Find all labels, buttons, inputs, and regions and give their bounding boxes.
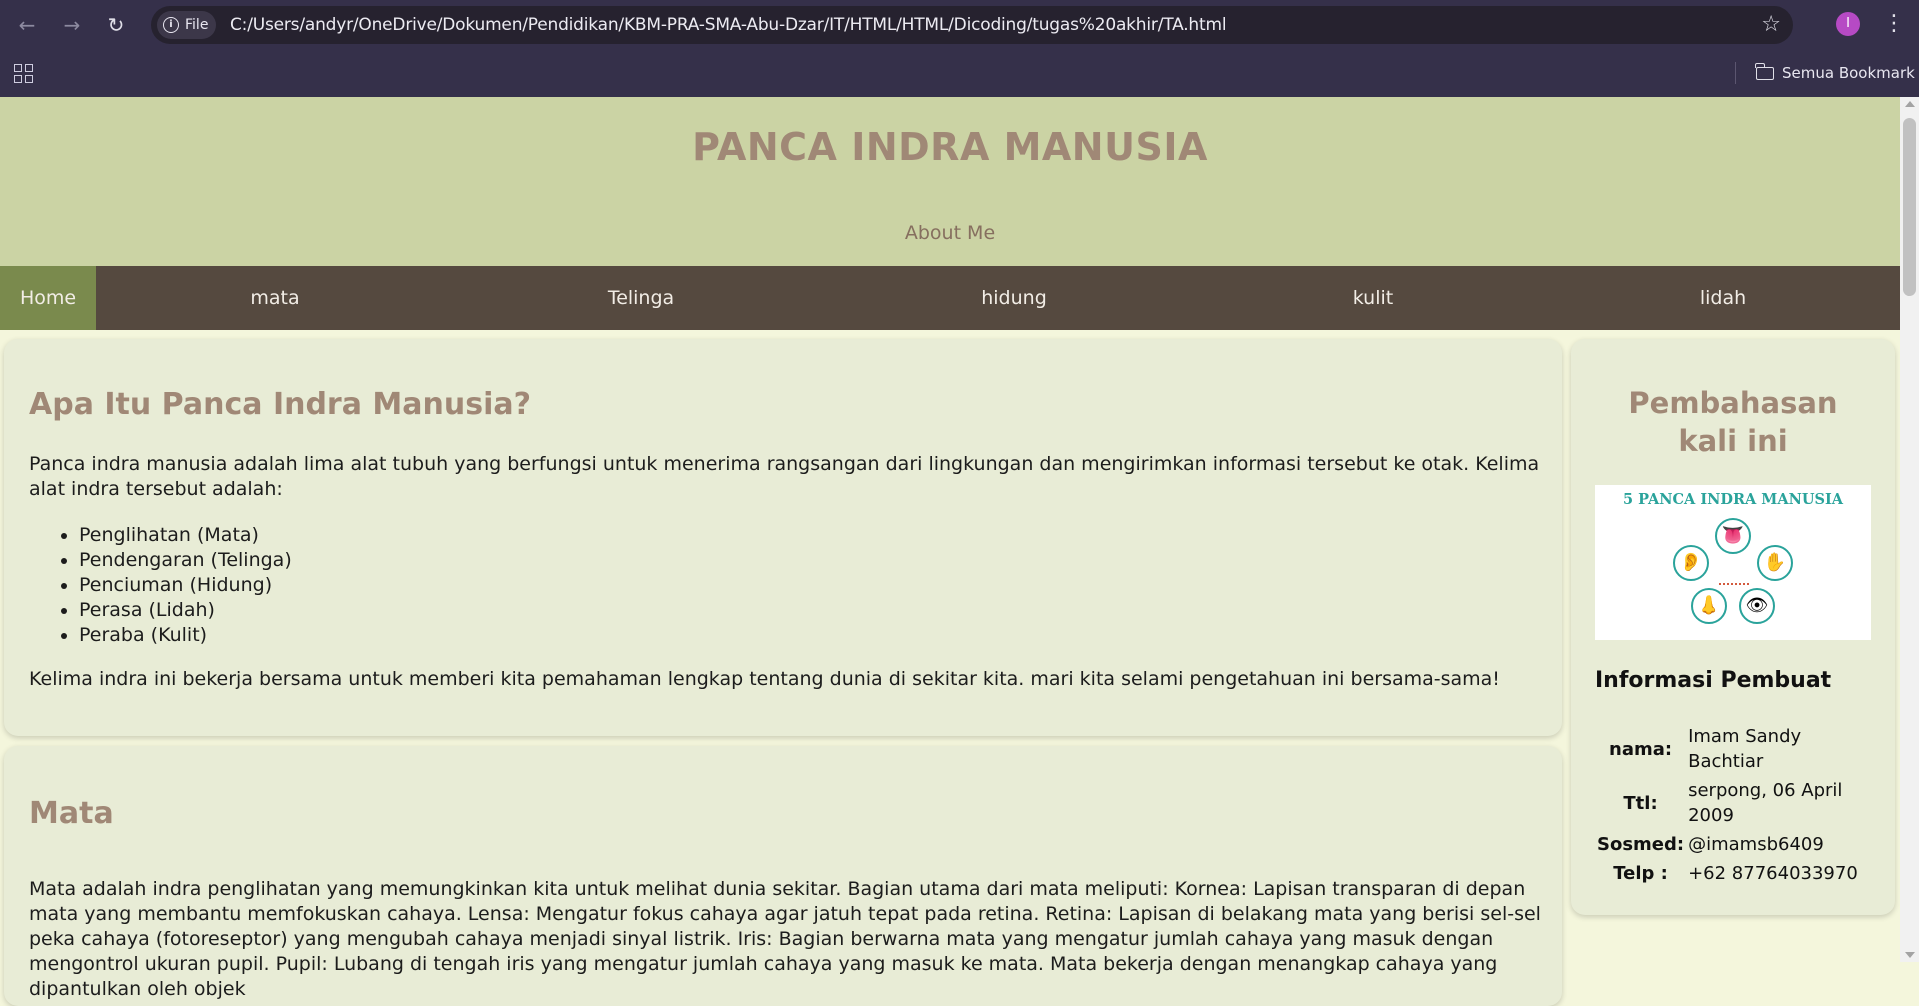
info-title: Informasi Pembuat [1595, 668, 1832, 693]
bookmark-star-icon[interactable]: ☆ [1761, 6, 1781, 44]
info-value: @imamsb6409 [1688, 834, 1824, 855]
main-navbar: Home mata Telinga hidung kulit lidah [0, 266, 1900, 330]
nav-item-mata[interactable]: mata [225, 266, 325, 330]
bookmarks-separator [1735, 62, 1736, 84]
list-item: Penglihatan (Mata) [79, 523, 292, 548]
url-text[interactable]: C:/Users/andyr/OneDrive/Dokumen/Pendidik… [230, 6, 1227, 44]
forward-arrow-icon[interactable]: → [59, 12, 85, 38]
info-label: Sosmed: [1597, 834, 1685, 855]
list-item: Penciuman (Hidung) [79, 573, 292, 598]
intro-closing: Kelima indra ini bekerja bersama untuk m… [29, 668, 1500, 690]
info-label: Telp : [1613, 863, 1668, 884]
site-info-chip[interactable]: i File [157, 11, 217, 39]
site-header: PANCA INDRA MANUSIA About Me [0, 97, 1900, 266]
info-icon: i [163, 17, 179, 33]
nav-item-lidah[interactable]: lidah [1673, 266, 1773, 330]
table-row: nama: Imam Sandy Bachtiar [1595, 722, 1871, 776]
list-item: Peraba (Kulit) [79, 623, 292, 648]
nav-item-telinga[interactable]: Telinga [591, 266, 691, 330]
intro-heading: Apa Itu Panca Indra Manusia? [29, 387, 532, 422]
page-scrollbar[interactable] [1900, 97, 1919, 962]
scroll-down-icon[interactable] [1905, 952, 1915, 958]
list-item: Pendengaran (Telinga) [79, 548, 292, 573]
eye-icon: 👁 [1739, 588, 1775, 624]
senses-list: Penglihatan (Mata) Pendengaran (Telinga)… [29, 523, 292, 648]
panca-indra-image: 5 PANCA INDRA MANUSIA 👅 👂 ✋ 👃 👁 [1595, 485, 1871, 640]
list-item: Perasa (Lidah) [79, 598, 292, 623]
menu-kebab-icon[interactable]: ⋮ [1883, 11, 1905, 37]
ear-icon: 👂 [1673, 545, 1709, 581]
info-label: nama: [1609, 738, 1673, 760]
address-bar[interactable]: i File C:/Users/andyr/OneDrive/Dokumen/P… [151, 6, 1793, 44]
all-bookmarks-label: Semua Bookmark [1782, 64, 1915, 82]
folder-icon [1755, 62, 1774, 80]
about-me-link[interactable]: About Me [0, 222, 1900, 244]
scroll-up-icon[interactable] [1905, 101, 1915, 107]
all-bookmarks-button[interactable]: Semua Bookmark [1755, 49, 1915, 97]
apps-grid-icon[interactable] [14, 64, 33, 83]
info-table: nama: Imam Sandy Bachtiar Ttl: serpong, … [1595, 722, 1871, 888]
nose-icon: 👃 [1691, 588, 1727, 624]
image-title: 5 PANCA INDRA MANUSIA [1623, 491, 1843, 508]
info-value: +62 87764033970 [1688, 863, 1858, 884]
signal-wave [1719, 573, 1749, 585]
table-row: Ttl: serpong, 06 April 2009 [1595, 776, 1871, 830]
nav-item-hidung[interactable]: hidung [964, 266, 1064, 330]
file-chip-label: File [185, 17, 209, 33]
browser-toolbar: ← → ↻ i File C:/Users/andyr/OneDrive/Dok… [0, 0, 1919, 49]
bookmarks-bar: Semua Bookmark [0, 49, 1919, 97]
mata-heading: Mata [29, 796, 114, 831]
info-value: serpong, 06 April 2009 [1688, 780, 1843, 826]
info-label: Ttl: [1623, 792, 1658, 814]
nav-item-kulit[interactable]: kulit [1323, 266, 1423, 330]
table-row: Sosmed: @imamsb6409 [1595, 830, 1871, 859]
mata-paragraph: Mata adalah indra penglihatan yang memun… [29, 878, 1541, 1000]
hand-icon: ✋ [1757, 545, 1793, 581]
table-row: Telp : +62 87764033970 [1595, 859, 1871, 888]
scroll-thumb[interactable] [1903, 118, 1916, 296]
intro-paragraph: Panca indra manusia adalah lima alat tub… [29, 453, 1540, 500]
profile-avatar[interactable]: I [1836, 12, 1860, 36]
back-arrow-icon[interactable]: ← [14, 12, 40, 38]
reload-icon[interactable]: ↻ [103, 12, 129, 38]
nav-item-home[interactable]: Home [0, 266, 96, 330]
tongue-icon: 👅 [1715, 518, 1751, 554]
aside-title: Pembahasan kali ini [1628, 386, 1838, 458]
info-value: Imam Sandy Bachtiar [1688, 726, 1802, 772]
site-title: PANCA INDRA MANUSIA [692, 125, 1208, 169]
